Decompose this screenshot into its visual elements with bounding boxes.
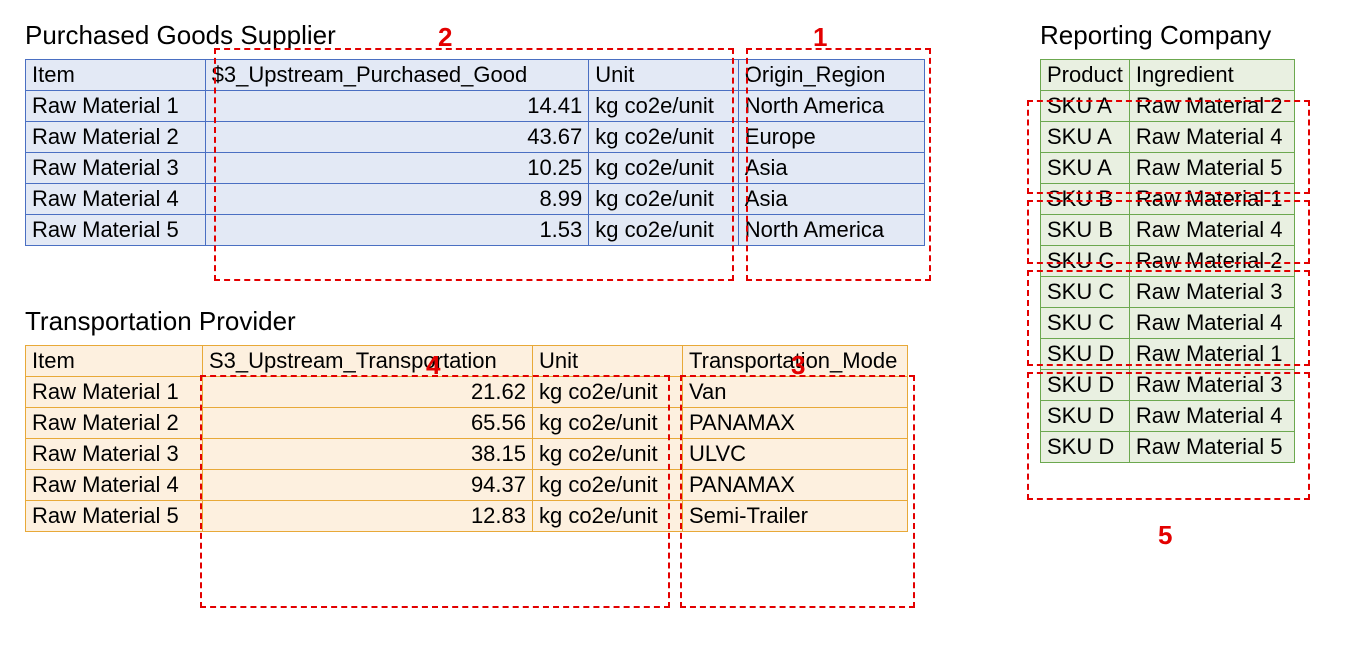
col-item: Item [26,60,206,91]
table-row: Raw Material 265.56kg co2e/unitPANAMAX [26,408,908,439]
col-ingredient: Ingredient [1129,60,1294,91]
col-product: Product [1041,60,1130,91]
table-row: Raw Material 51.53kg co2e/unitNorth Amer… [26,215,925,246]
table-row: Raw Material 243.67kg co2e/unitEurope [26,122,925,153]
col-mode: Transportation_Mode [683,346,908,377]
table-header-row: Item S3_Upstream_Transportation Unit Tra… [26,346,908,377]
reporting-title: Reporting Company [1040,20,1340,51]
table-row: SKU BRaw Material 4 [1041,215,1295,246]
table-row: SKU BRaw Material 1 [1041,184,1295,215]
table-row: Raw Material 114.41kg co2e/unitNorth Ame… [26,91,925,122]
table-row: SKU ARaw Material 5 [1041,153,1295,184]
table-row: SKU ARaw Material 2 [1041,91,1295,122]
purchased-title: Purchased Goods Supplier [25,20,925,51]
table-header-row: Product Ingredient [1041,60,1295,91]
reporting-table: Product Ingredient SKU ARaw Material 2 S… [1040,59,1295,463]
col-item: Item [26,346,203,377]
col-unit: Unit [589,60,739,91]
table-row: SKU DRaw Material 3 [1041,370,1295,401]
table-row: SKU DRaw Material 4 [1041,401,1295,432]
table-row: SKU ARaw Material 4 [1041,122,1295,153]
table-row: SKU CRaw Material 4 [1041,308,1295,339]
table-row: Raw Material 512.83kg co2e/unitSemi-Trai… [26,501,908,532]
table-row: Raw Material 338.15kg co2e/unitULVC [26,439,908,470]
purchased-table: Item $3_Upstream_Purchased_Good Unit Ori… [25,59,925,246]
table-row: Raw Material 310.25kg co2e/unitAsia [26,153,925,184]
transport-table: Item S3_Upstream_Transportation Unit Tra… [25,345,908,532]
col-unit: Unit [533,346,683,377]
table-row: SKU DRaw Material 1 [1041,339,1295,370]
table-header-row: Item $3_Upstream_Purchased_Good Unit Ori… [26,60,925,91]
table-row: SKU CRaw Material 3 [1041,277,1295,308]
table-row: SKU CRaw Material 2 [1041,246,1295,277]
table-row: Raw Material 494.37kg co2e/unitPANAMAX [26,470,908,501]
table-row: Raw Material 48.99kg co2e/unitAsia [26,184,925,215]
annotation-label-5: 5 [1158,520,1172,551]
transport-title: Transportation Provider [25,306,925,337]
col-upstream: S3_Upstream_Transportation [203,346,533,377]
table-row: Raw Material 121.62kg co2e/unitVan [26,377,908,408]
table-row: SKU DRaw Material 5 [1041,432,1295,463]
col-upstream: $3_Upstream_Purchased_Good [205,60,589,91]
col-origin: Origin_Region [738,60,924,91]
